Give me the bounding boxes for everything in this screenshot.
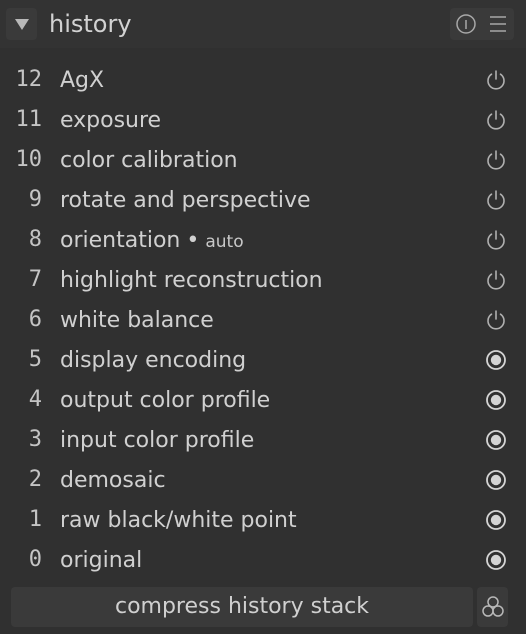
history-item-number: 7 [28,267,42,292]
history-item-number: 8 [28,227,42,252]
history-item-number: 9 [28,187,42,212]
triangle-down-icon [14,19,29,30]
power-icon [487,270,505,290]
always-on-icon [486,350,506,370]
history-item-number: 4 [28,387,42,412]
history-item-label: input color profile [60,420,254,460]
history-item[interactable]: 9 rotate and perspective [0,180,526,220]
history-item-label: orientation • auto [60,220,244,260]
history-item-number: 11 [15,107,43,132]
history-panel: history 12 AgX 11 exposure 10 color calibrati… [0,0,526,634]
power-icon [487,150,505,170]
history-item-name: color calibration [60,148,238,173]
history-item-label: color calibration [60,140,238,180]
history-item-label: exposure [60,100,161,140]
presets-menu-button[interactable] [482,8,514,40]
history-item-name: orientation [60,228,181,253]
panel-title: history [49,10,132,38]
history-item-number: 6 [28,307,42,332]
power-icon [487,70,505,90]
history-item-number: 10 [15,147,43,172]
history-item-label: white balance [60,300,214,340]
compare-circles-icon [481,596,504,617]
always-on-icon [486,430,506,450]
header-buttons [450,8,514,40]
panel-header: history [0,0,526,48]
compare-button[interactable] [477,587,508,627]
history-item[interactable]: 4 output color profile [0,380,526,420]
history-item-name: white balance [60,308,214,333]
always-on-icon [486,550,506,570]
history-item-number: 2 [28,467,42,492]
history-item-number: 12 [15,67,43,92]
history-item-note: auto [205,232,244,252]
history-item[interactable]: 8 orientation • auto [0,220,526,260]
always-on-icon [486,510,506,530]
history-item-label: raw black/white point [60,500,297,540]
hamburger-menu-icon [490,16,506,32]
history-item-label: original [60,540,142,580]
history-item[interactable]: 5 display encoding [0,340,526,380]
history-list: 12 AgX 11 exposure 10 color calibration 9 rotat… [0,60,526,580]
history-item-name: demosaic [60,468,166,493]
power-icon [487,310,505,330]
history-item[interactable]: 0 original [0,540,526,580]
history-item[interactable]: 2 demosaic [0,460,526,500]
history-item-name: display encoding [60,348,247,373]
info-icon [456,14,476,34]
history-item[interactable]: 10 color calibration [0,140,526,180]
power-icon [487,110,505,130]
history-item-label: demosaic [60,460,166,500]
history-item-number: 3 [28,427,42,452]
history-item-name: exposure [60,108,162,133]
info-button[interactable] [450,8,482,40]
history-item-name: raw black/white point [60,508,297,533]
history-item-name: AgX [60,68,105,93]
collapse-button[interactable] [6,8,37,40]
history-item-label: highlight reconstruction [60,260,323,300]
compress-history-button[interactable]: compress history stack [11,587,473,627]
history-item[interactable]: 12 AgX [0,60,526,100]
history-item-name: rotate and perspective [60,188,311,213]
always-on-icon [486,470,506,490]
history-item[interactable]: 3 input color profile [0,420,526,460]
history-item[interactable]: 7 highlight reconstruction [0,260,526,300]
history-item[interactable]: 1 raw black/white point [0,500,526,540]
history-item-label: rotate and perspective [60,180,311,220]
history-item-label: AgX [60,60,104,100]
history-item[interactable]: 11 exposure [0,100,526,140]
history-item[interactable]: 6 white balance [0,300,526,340]
power-icon [487,190,505,210]
history-item-label: output color profile [60,380,270,420]
history-item-name: input color profile [60,428,255,453]
history-item-name: original [60,548,143,573]
history-item-number: 0 [28,547,42,572]
history-item-number: 5 [28,347,42,372]
history-item-name: highlight reconstruction [60,268,323,293]
power-icon [487,230,505,250]
always-on-icon [486,390,506,410]
history-item-separator: • [186,228,200,253]
history-item-name: output color profile [60,388,271,413]
history-item-number: 1 [28,507,42,532]
history-item-label: display encoding [60,340,246,380]
